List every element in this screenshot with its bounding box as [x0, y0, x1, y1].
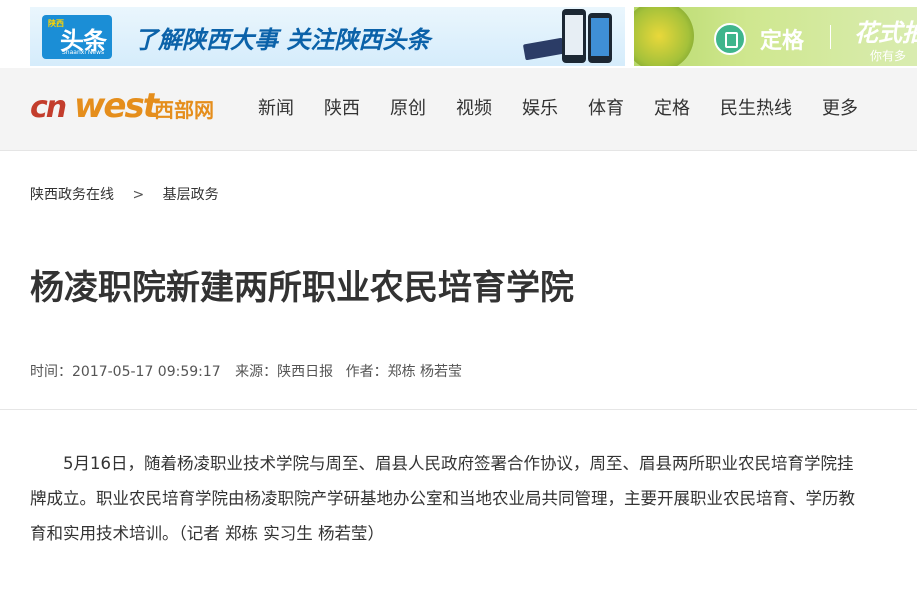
main-nav: cn west 西部网 新闻 陕西 原创 视频 娱乐 体育 定格 民生热线 更多	[0, 68, 917, 151]
toutiao-slogan: 了解陕西大事 关注陕西头条	[134, 26, 431, 54]
author-value: 郑栋 杨若莹	[387, 364, 463, 380]
flower-image	[634, 7, 694, 66]
usb-image	[522, 37, 566, 61]
dingge-brand: 定格	[760, 29, 805, 54]
breadcrumb-separator: >	[132, 187, 145, 203]
phone-image	[588, 13, 612, 63]
logo-west: west	[74, 86, 159, 126]
dingge-banner-ad[interactable]: 定格 花式拍 你有多	[634, 7, 917, 66]
nav-item-dingge[interactable]: 定格	[654, 94, 690, 120]
article-body: 5月16日，随着杨凌职业技术学院与周至、眉县人民政府签署合作协议，周至、眉县两所…	[30, 446, 865, 551]
logo-cn: cn	[30, 90, 67, 125]
banner-divider	[830, 25, 831, 49]
time-label: 时间：	[30, 364, 72, 380]
article-meta: 时间：2017-05-17 09:59:17 来源：陕西日报 作者：郑栋 杨若莹	[30, 361, 462, 381]
toutiao-logo-sub: Shaanxi News	[62, 49, 105, 56]
breadcrumb-item-grassroots[interactable]: 基层政务	[163, 187, 219, 203]
breadcrumb-item-gov-online[interactable]: 陕西政务在线	[30, 187, 114, 203]
divider	[0, 409, 917, 410]
phone-image	[562, 9, 586, 63]
nav-item-original[interactable]: 原创	[390, 94, 426, 120]
source-label: 来源：	[235, 364, 278, 380]
source-value: 陕西日报	[277, 364, 334, 380]
breadcrumb: 陕西政务在线 > 基层政务	[30, 184, 219, 204]
cnwest-logo[interactable]: cn west 西部网	[30, 80, 235, 136]
article-title: 杨凌职院新建两所职业农民培育学院	[30, 268, 574, 308]
nav-item-shaanxi[interactable]: 陕西	[324, 94, 360, 120]
logo-site-name: 西部网	[154, 98, 214, 122]
nav-item-sports[interactable]: 体育	[588, 94, 624, 120]
nav-item-video[interactable]: 视频	[456, 94, 492, 120]
ad-banner-strip: 陕西 头条 Shaanxi News 了解陕西大事 关注陕西头条 定格 花式拍 …	[0, 0, 917, 68]
dingge-headline: 花式拍	[854, 19, 917, 47]
dingge-subline: 你有多	[870, 49, 907, 63]
toutiao-logo: 陕西 头条 Shaanxi News	[42, 15, 112, 59]
publish-time: 2017-05-17 09:59:17	[72, 364, 221, 380]
nav-item-entertainment[interactable]: 娱乐	[522, 94, 558, 120]
article-paragraph: 5月16日，随着杨凌职业技术学院与周至、眉县人民政府签署合作协议，周至、眉县两所…	[30, 454, 855, 543]
nav-item-news[interactable]: 新闻	[258, 94, 294, 120]
nav-item-hotline[interactable]: 民生热线	[720, 94, 792, 120]
dingge-logo-icon	[714, 23, 746, 55]
nav-item-more[interactable]: 更多	[822, 94, 858, 120]
author-label: 作者：	[345, 364, 388, 380]
toutiao-banner-ad[interactable]: 陕西 头条 Shaanxi News 了解陕西大事 关注陕西头条	[30, 7, 625, 66]
